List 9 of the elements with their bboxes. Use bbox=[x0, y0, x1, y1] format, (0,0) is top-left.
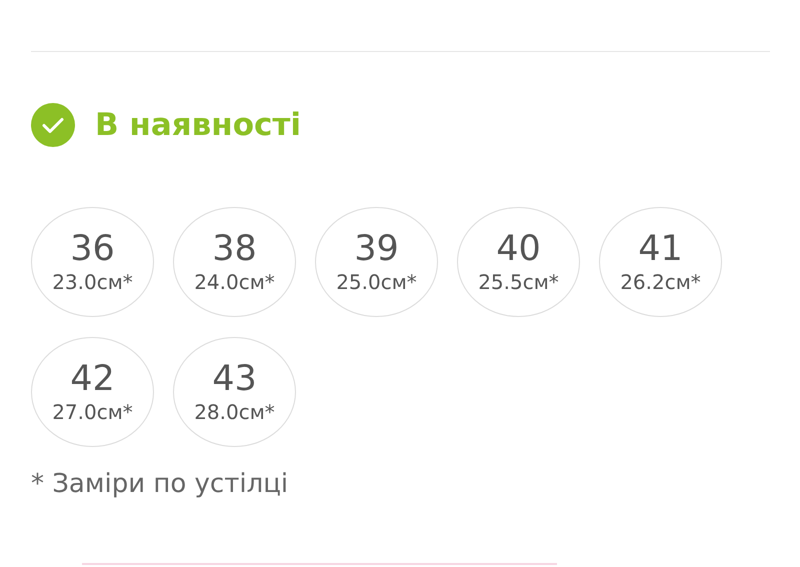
availability-label: В наявності bbox=[95, 107, 301, 143]
size-option[interactable]: 43 28.0см* bbox=[173, 337, 296, 447]
size-option[interactable]: 39 25.0см* bbox=[315, 207, 438, 317]
size-option[interactable]: 36 23.0см* bbox=[31, 207, 154, 317]
size-option[interactable]: 42 27.0см* bbox=[31, 337, 154, 447]
size-option[interactable]: 41 26.2см* bbox=[599, 207, 722, 317]
size-option[interactable]: 38 24.0см* bbox=[173, 207, 296, 317]
size-option[interactable]: 40 25.5см* bbox=[457, 207, 580, 317]
footnote: * Заміри по устілці bbox=[31, 469, 290, 499]
